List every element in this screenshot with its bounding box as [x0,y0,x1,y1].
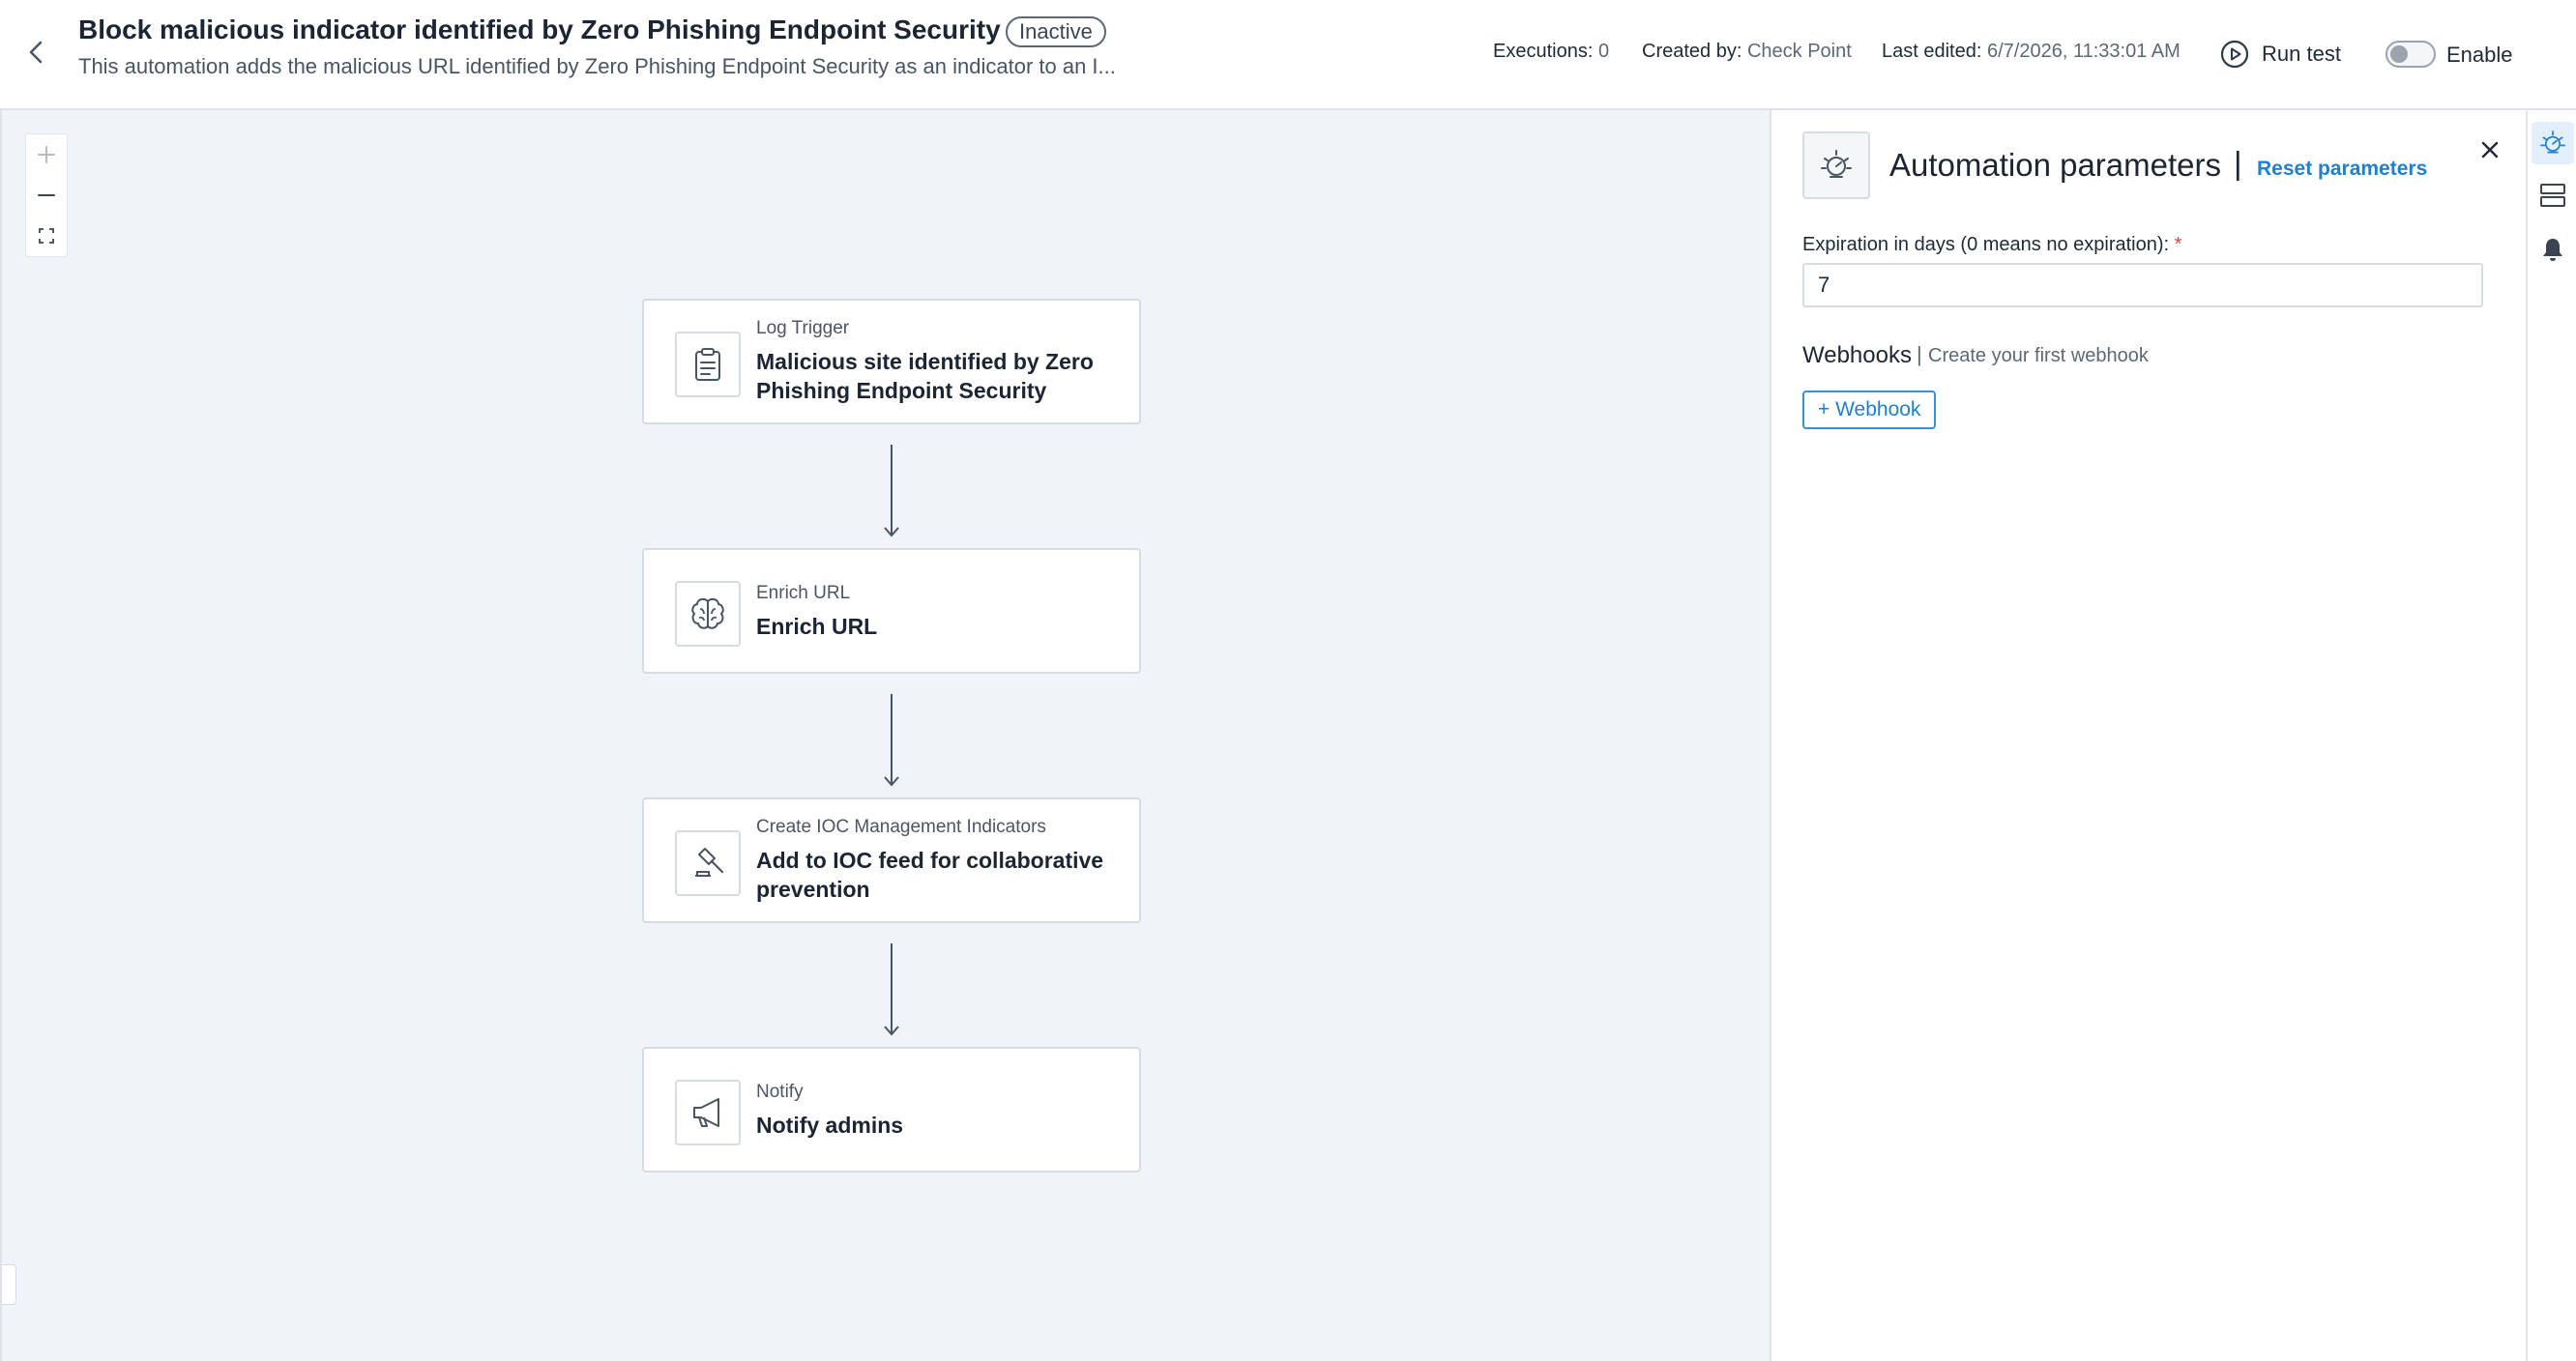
flow-arrow [884,445,899,537]
chevron-left-icon [29,41,43,64]
node-icon-box [675,581,741,647]
created-by-value: Check Point [1746,41,1852,62]
zoom-out-button[interactable] [26,175,67,216]
run-test-button[interactable]: Run test [2219,37,2341,72]
webhooks-hint: Create your first webhook [1928,345,2149,366]
back-button[interactable] [21,37,52,68]
rail-notifications[interactable] [2532,228,2574,271]
last-edited-meta: Last edited: 6/7/2026, 11:33:01 AM [1882,41,2181,63]
created-by-label: Created by: [1642,41,1742,62]
close-icon [2481,141,2499,159]
brain-icon [691,597,724,629]
automation-icon [1821,150,1852,178]
workflow-canvas[interactable]: Log Trigger Malicious site identified by… [0,110,1770,1361]
last-edited-label: Last edited: [1882,41,1982,62]
server-icon [2540,184,2565,207]
enable-label: Enable [2446,43,2513,67]
expiration-field-label: Expiration in days (0 means no expiratio… [1802,234,2181,256]
created-by-meta: Created by: Check Point [1642,41,1852,63]
automation-parameters-panel: Automation parameters | Reset parameters… [1770,110,2526,1361]
automation-icon [2540,130,2565,154]
node-icon-box [675,1080,741,1145]
run-test-label: Run test [2262,42,2341,66]
page-title: Block malicious indicator identified by … [78,14,1001,44]
node-icon-box [675,332,741,397]
node-type-label: Log Trigger [756,318,850,338]
zoom-controls [25,133,68,257]
workflow-node-enrich-url[interactable]: Enrich URL Enrich URL [642,548,1141,674]
plus-icon [38,146,55,163]
close-panel-button[interactable] [2475,135,2504,164]
megaphone-icon [693,1098,719,1127]
executions-label: Executions: [1493,41,1594,62]
executions-value: 0 [1597,41,1610,62]
node-name: Add to IOC feed for collaborative preven… [756,848,1104,902]
rail-automation-parameters[interactable] [2532,122,2574,164]
panel-icon-box [1802,131,1870,199]
flow-arrow [884,694,899,787]
required-mark: * [2174,234,2182,255]
flow-arrow [884,943,899,1036]
node-type-label: Enrich URL [756,583,851,603]
right-rail [2526,110,2576,1361]
reset-parameters-link[interactable]: Reset parameters [2257,158,2427,181]
minus-icon [38,194,55,196]
automation-header: Block malicious indicator identified by … [0,0,2576,110]
enable-toggle[interactable] [2386,41,2436,68]
title-separator: | [2234,145,2242,181]
executions-meta: Executions: 0 [1493,41,1609,63]
collapse-left-tab[interactable] [2,1264,16,1305]
gavel-icon [695,848,724,877]
zoom-in-button[interactable] [26,134,67,175]
last-edited-value: 6/7/2026, 11:33:01 AM [1986,41,2181,62]
play-circle-icon [2220,40,2249,69]
node-name: Notify admins [756,1113,904,1138]
panel-title: Automation parameters [1889,147,2222,183]
fit-view-button[interactable] [26,216,67,256]
webhooks-separator: | [1917,342,1922,366]
node-type-label: Create IOC Management Indicators [756,817,1046,837]
node-icon-box [675,830,741,896]
fullscreen-icon [39,228,54,244]
workflow-node-log-trigger[interactable]: Log Trigger Malicious site identified by… [642,299,1141,424]
workflow-node-create-ioc[interactable]: Create IOC Management Indicators Add to … [642,797,1141,923]
clipboard-icon [695,348,720,381]
rail-layout[interactable] [2532,174,2574,217]
status-badge: Inactive [1006,16,1106,47]
workflow-node-notify[interactable]: Notify Notify admins [642,1047,1141,1173]
node-name: Malicious site identified by Zero Phishi… [756,349,1094,403]
add-webhook-button[interactable]: + Webhook [1802,391,1937,429]
bell-icon [2543,239,2562,261]
node-type-label: Notify [756,1082,804,1102]
toggle-knob [2390,45,2408,63]
expiration-days-input[interactable] [1802,263,2483,307]
expiration-label-text: Expiration in days (0 means no expiratio… [1802,234,2170,255]
webhooks-title: Webhooks [1802,342,1912,368]
automation-description: This automation adds the malicious URL i… [78,54,1116,78]
node-name: Enrich URL [756,614,878,639]
